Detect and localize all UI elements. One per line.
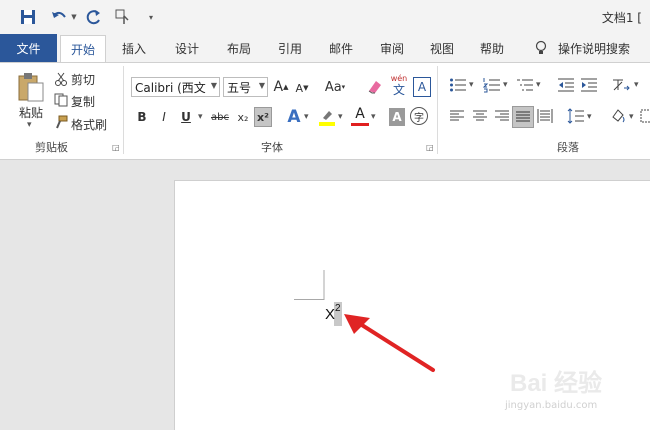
chinese-layout-dropdown-icon[interactable]: ▾: [634, 80, 639, 90]
tab-review[interactable]: 审阅: [380, 34, 404, 62]
group-separator: [437, 66, 438, 154]
font-color-dropdown-icon[interactable]: ▾: [371, 112, 376, 122]
numbering-icon[interactable]: [482, 77, 501, 96]
annotation-arrow: [340, 310, 440, 378]
font-name-value: Calibri (西文: [135, 80, 206, 95]
font-size-combo[interactable]: 五号 ▼: [223, 77, 268, 97]
tab-layout[interactable]: 布局: [227, 34, 251, 62]
paste-button[interactable]: 粘贴: [16, 104, 46, 121]
grow-font-button[interactable]: A ▲: [273, 77, 289, 97]
align-center-icon[interactable]: [472, 109, 488, 126]
character-shading-button[interactable]: A: [389, 108, 405, 126]
touch-mode-icon[interactable]: [112, 7, 134, 27]
strikethrough-button[interactable]: abc: [210, 108, 230, 126]
lightbulb-icon[interactable]: [534, 34, 548, 62]
superscript-button[interactable]: x²: [254, 107, 272, 127]
tell-me-search[interactable]: 操作说明搜索: [558, 34, 630, 62]
paragraph-shading-dropdown-icon[interactable]: ▾: [629, 112, 634, 122]
character-border-button[interactable]: A: [413, 77, 431, 97]
font-group-label: 字体: [261, 141, 283, 154]
format-painter-button[interactable]: 格式刷: [71, 116, 107, 133]
watermark-url: jingyan.baidu.com: [505, 400, 598, 411]
highlight-icon[interactable]: [318, 108, 336, 129]
align-right-icon[interactable]: [494, 109, 510, 126]
tab-home[interactable]: 开始: [60, 35, 106, 63]
distributed-align-icon[interactable]: [537, 109, 553, 126]
change-case-label: Aa: [324, 79, 342, 95]
font-launcher-icon[interactable]: ◲: [426, 143, 434, 152]
format-painter-icon: [54, 115, 68, 132]
font-color-label: A: [355, 106, 365, 122]
phonetic-bottom: 文: [392, 83, 405, 97]
copy-icon: [54, 93, 68, 110]
justify-button[interactable]: [512, 106, 534, 128]
line-spacing-dropdown-icon[interactable]: ▾: [587, 112, 592, 122]
tab-help[interactable]: 帮助: [480, 34, 504, 62]
clipboard-paste-icon[interactable]: [17, 72, 45, 105]
chevron-down-icon: ▼: [210, 81, 217, 90]
phonetic-top: wén: [390, 74, 408, 83]
tab-design[interactable]: 设计: [175, 34, 199, 62]
italic-button[interactable]: I: [157, 108, 171, 126]
underline-button[interactable]: U: [179, 108, 193, 126]
font-size-value: 五号: [227, 80, 252, 95]
watermark-brand: Bai 经验: [510, 370, 603, 397]
justify-icon: [516, 111, 530, 122]
tab-mailings[interactable]: 邮件: [329, 34, 353, 62]
group-separator: [123, 66, 124, 154]
font-color-button[interactable]: A: [351, 105, 369, 129]
margin-crop-mark: [294, 270, 325, 300]
font-name-combo[interactable]: Calibri (西文 ▼: [131, 77, 220, 97]
bold-button[interactable]: B: [135, 108, 149, 126]
line-spacing-icon[interactable]: [567, 107, 585, 128]
chinese-layout-icon[interactable]: [611, 77, 631, 96]
paragraph-group-label: 段落: [557, 141, 579, 154]
enclose-characters-button[interactable]: 字: [410, 107, 428, 125]
decrease-indent-icon[interactable]: [557, 77, 575, 96]
underline-dropdown-icon[interactable]: ▾: [198, 112, 203, 122]
chevron-down-icon: ▼: [258, 81, 265, 90]
font-color-swatch: [351, 123, 369, 126]
clipboard-launcher-icon[interactable]: ◲: [112, 143, 120, 152]
redo-icon[interactable]: [84, 7, 104, 27]
tab-insert[interactable]: 插入: [122, 34, 146, 62]
increase-indent-icon[interactable]: [580, 77, 598, 96]
copy-button[interactable]: 复制: [71, 93, 95, 110]
document-text[interactable]: X: [325, 306, 335, 323]
paste-dropdown-icon[interactable]: ▾: [27, 120, 32, 130]
shrink-font-button[interactable]: A ▼: [294, 79, 310, 97]
multilevel-list-icon[interactable]: [516, 77, 534, 96]
clipboard-group-label: 剪贴板: [35, 141, 68, 154]
text-effects-dropdown-icon[interactable]: ▾: [304, 112, 309, 122]
document-title: 文档1 [: [601, 11, 642, 25]
text-effects-button[interactable]: A: [286, 107, 302, 127]
undo-dropdown-icon[interactable]: ▼: [70, 7, 78, 27]
paragraph-shading-icon[interactable]: [609, 107, 627, 128]
bullets-icon[interactable]: [449, 77, 467, 96]
numbering-dropdown-icon[interactable]: ▾: [503, 80, 508, 90]
clear-formatting-icon[interactable]: [366, 78, 384, 99]
cut-button[interactable]: 剪切: [71, 71, 95, 88]
scissors-icon: [54, 72, 68, 89]
subscript-button[interactable]: x₂: [234, 108, 252, 126]
tab-file[interactable]: 文件: [0, 34, 57, 62]
customize-qat-icon[interactable]: ▾: [145, 7, 157, 27]
shrink-font-label: A: [295, 81, 304, 95]
borders-icon[interactable]: [640, 109, 650, 126]
multilevel-dropdown-icon[interactable]: ▾: [536, 80, 541, 90]
align-left-icon[interactable]: [449, 109, 465, 126]
save-icon[interactable]: [18, 7, 38, 27]
phonetic-guide-button[interactable]: wén 文: [388, 74, 410, 97]
grow-font-label: A: [273, 79, 284, 95]
tab-references[interactable]: 引用: [278, 34, 302, 62]
undo-icon[interactable]: [48, 7, 70, 27]
tab-view[interactable]: 视图: [430, 34, 454, 62]
highlight-dropdown-icon[interactable]: ▾: [338, 112, 343, 122]
change-case-button[interactable]: Aa ▾: [322, 77, 348, 97]
bullets-dropdown-icon[interactable]: ▾: [469, 80, 474, 90]
